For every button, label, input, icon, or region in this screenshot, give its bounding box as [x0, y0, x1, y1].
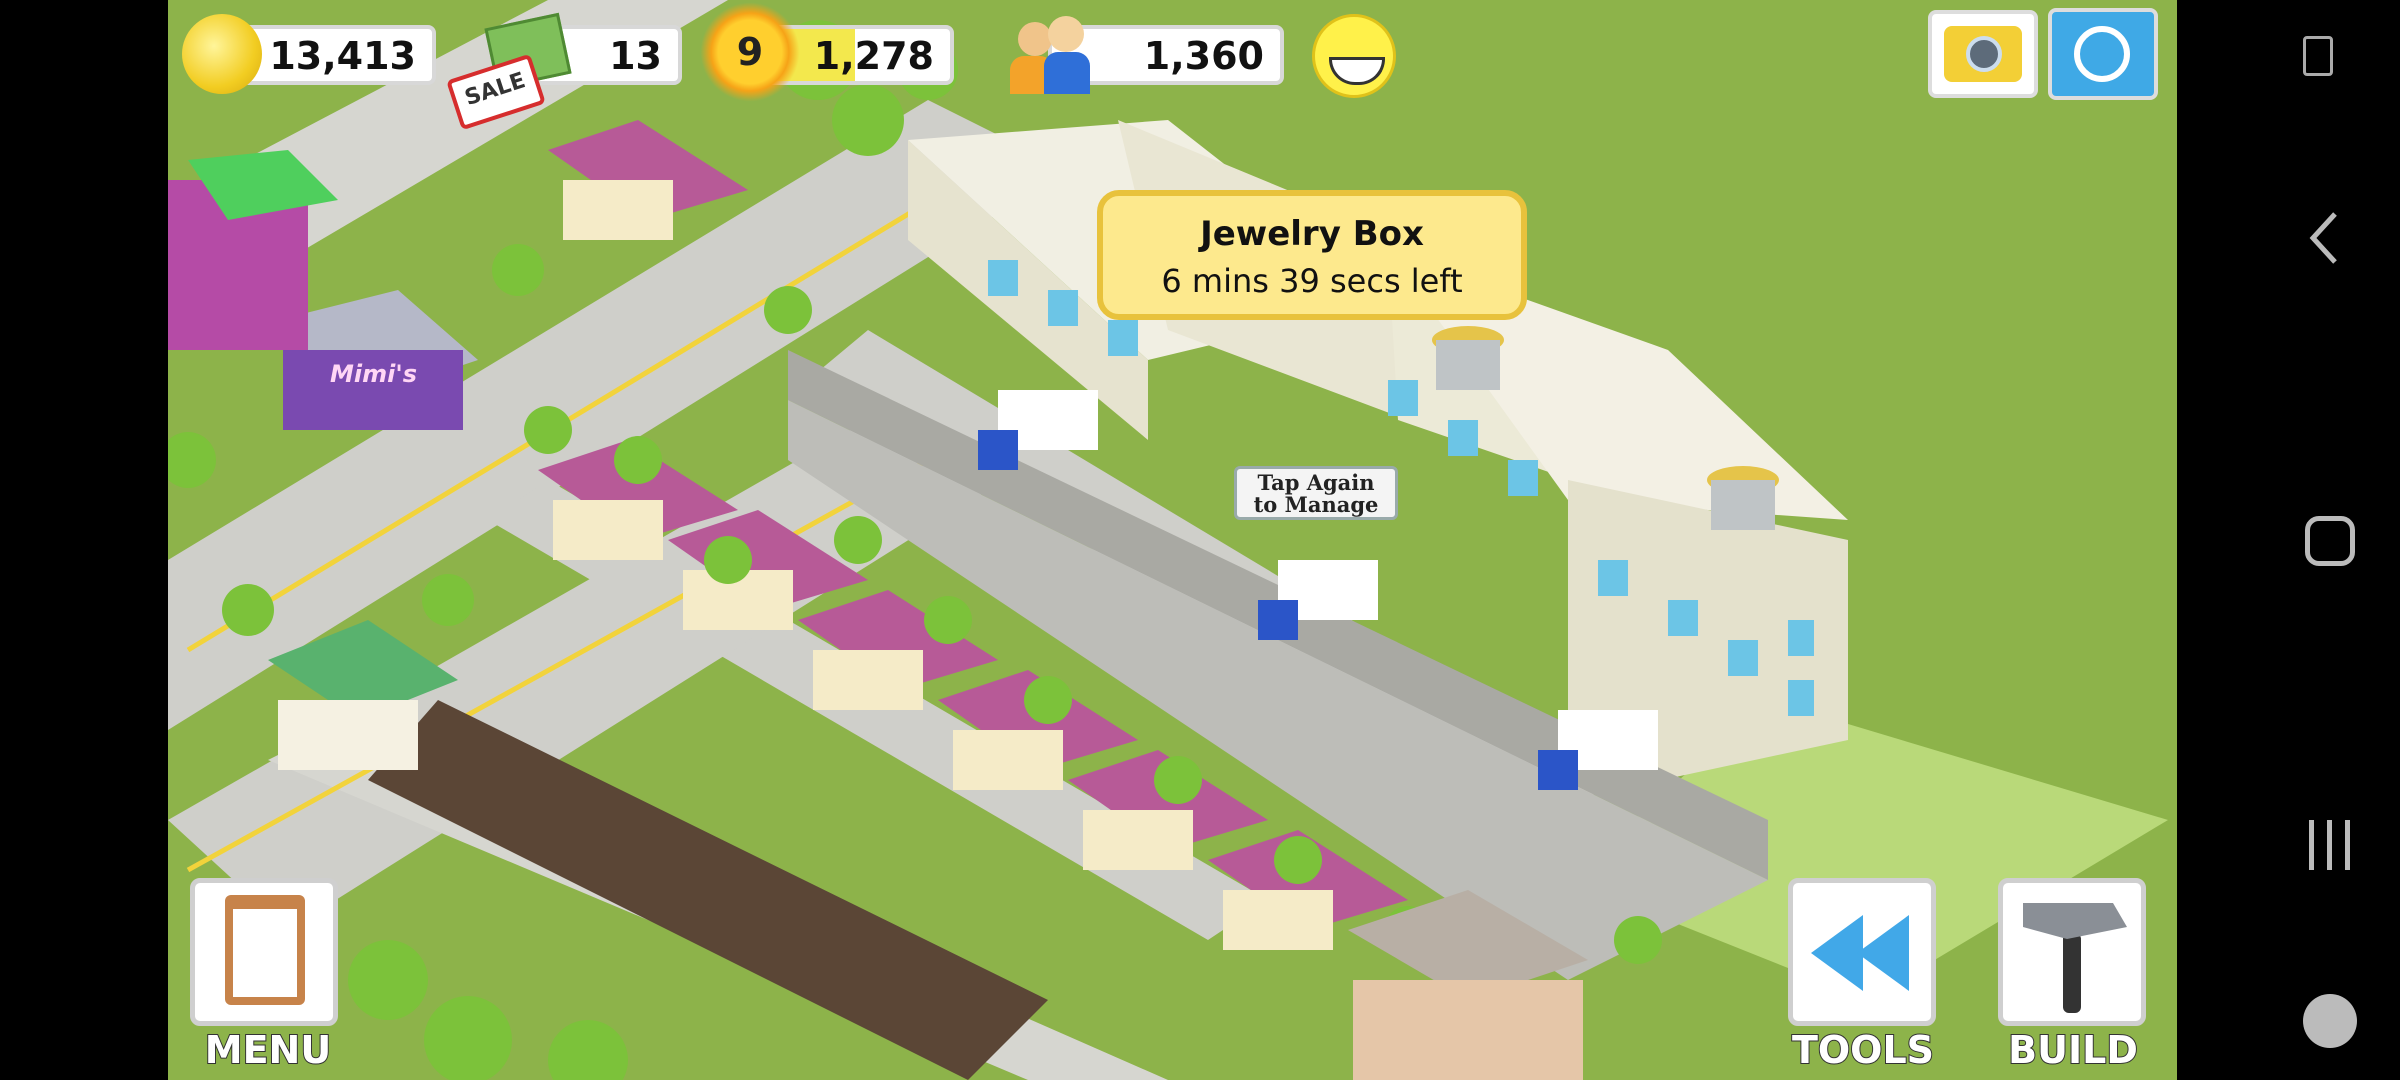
- sale-badge-label: SALE: [461, 68, 529, 112]
- tooltip-timer: 6 mins 39 secs left: [1161, 262, 1463, 300]
- camera-icon: [1944, 26, 2022, 82]
- level-value: 9: [736, 30, 764, 74]
- game-viewport[interactable]: 13,413 13 SALE 1,278 9 1,360 Jewelry Box…: [168, 0, 2177, 1080]
- build-button[interactable]: [1998, 878, 2146, 1026]
- population-value: 1,360: [1143, 34, 1264, 78]
- cash-value: 13: [609, 34, 662, 78]
- recents-icon[interactable]: [2305, 818, 2355, 872]
- game-tools-icon[interactable]: [2303, 994, 2357, 1048]
- hammer-icon: [2023, 903, 2127, 1013]
- coin-icon: [182, 14, 262, 94]
- coins-value: 13,413: [269, 34, 416, 78]
- clipboard-icon: [225, 895, 305, 1005]
- build-label: BUILD: [2007, 1027, 2139, 1073]
- tools-label: TOOLS: [1791, 1027, 1935, 1073]
- share-icon: [2074, 26, 2130, 82]
- back-icon[interactable]: [2305, 208, 2345, 268]
- menu-button[interactable]: [190, 878, 338, 1026]
- building-tooltip: Jewelry Box 6 mins 39 secs left: [1097, 190, 1527, 320]
- tooltip-title: Jewelry Box: [1200, 214, 1424, 254]
- accessibility-icon[interactable]: [2303, 36, 2333, 76]
- sign-line-1: Tap Again: [1257, 470, 1375, 495]
- rewind-icon: [1811, 915, 1909, 991]
- home-icon[interactable]: [2305, 516, 2355, 566]
- share-button[interactable]: [2048, 8, 2158, 100]
- shop-sign: Mimi's: [330, 360, 417, 388]
- tap-to-manage-sign[interactable]: Tap Again to Manage: [1234, 466, 1398, 520]
- sun-level-icon: 9: [700, 2, 800, 102]
- xp-value: 1,278: [813, 34, 934, 78]
- smiley-icon[interactable]: [1312, 14, 1396, 98]
- menu-label: MENU: [204, 1027, 332, 1073]
- tools-button[interactable]: [1788, 878, 1936, 1026]
- system-nav-bar: [2177, 0, 2400, 1080]
- sign-line-2: to Manage: [1253, 492, 1379, 517]
- camera-button[interactable]: [1928, 10, 2038, 98]
- population-icon: [1008, 14, 1092, 94]
